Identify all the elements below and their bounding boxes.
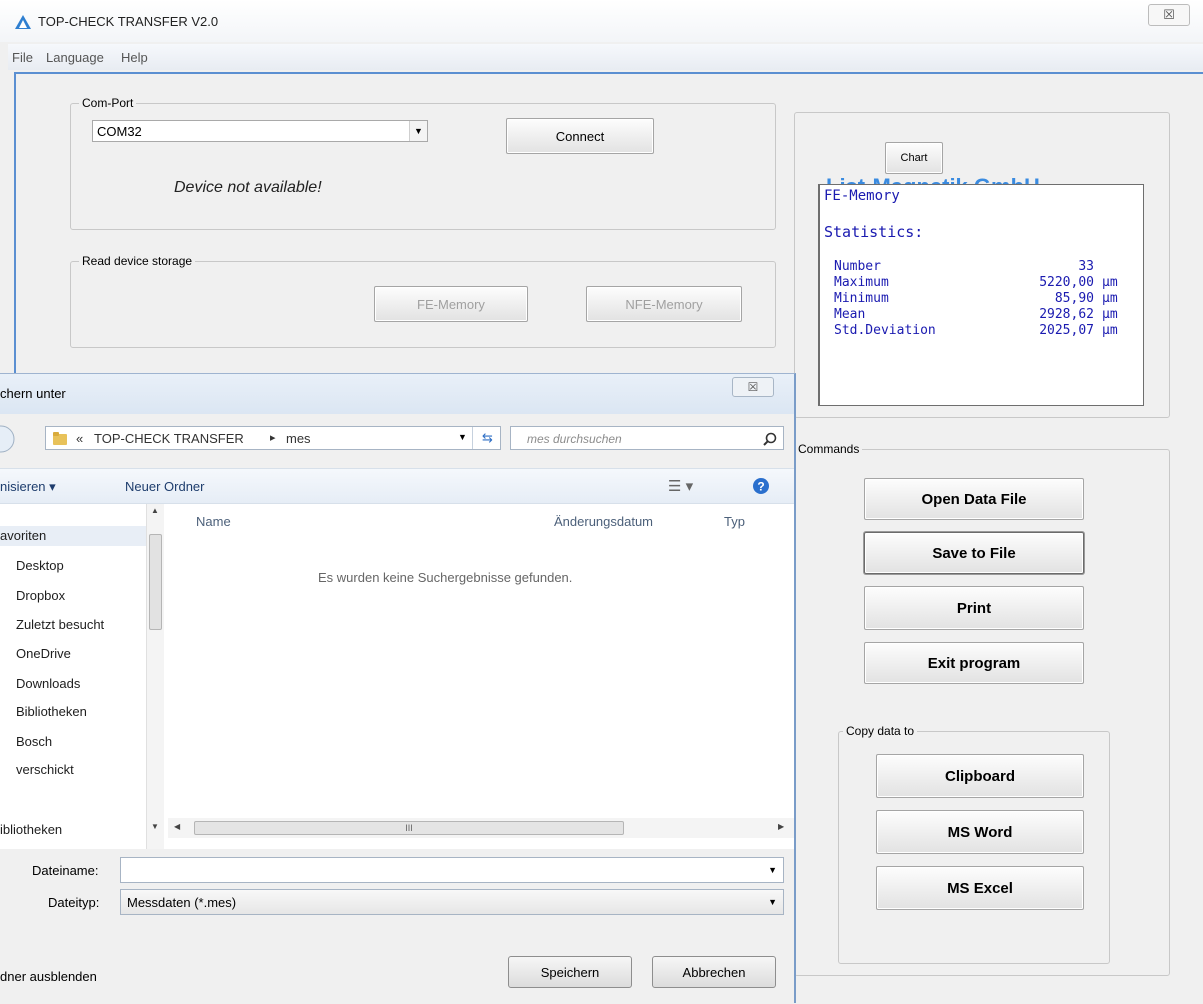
menu-language[interactable]: Language [46,50,104,65]
help-icon[interactable]: ? [752,477,770,495]
folder-icon [53,432,67,445]
nfe-memory-button[interactable]: NFE-Memory [586,286,742,322]
nav-item-libraries-root[interactable]: ibliotheken [0,822,62,837]
nav-scrollbar[interactable]: ▲ ▼ [146,504,164,849]
com-port-value: COM32 [97,124,142,139]
hide-folders-toggle[interactable]: dner ausblenden [0,969,97,984]
chevron-down-icon[interactable]: ▼ [409,121,427,141]
stat-label: Mean [834,307,866,322]
title-bar: TOP-CHECK TRANSFER V2.0 ☒ [0,0,1203,42]
file-list-pane: Name Änderungsdatum Typ Es wurden keine … [168,504,794,849]
connect-button[interactable]: Connect [506,118,654,154]
path-separator: ▸ [270,432,276,444]
nav-item-verschickt[interactable]: verschickt [16,762,74,777]
open-data-file-button[interactable]: Open Data File [864,478,1084,520]
stat-unit: µm [1102,291,1118,306]
address-bar[interactable]: « TOP-CHECK TRANSFER ▸ mes ▼ ⇆ [45,426,501,450]
save-to-file-button[interactable]: Save to File [864,532,1084,574]
column-type-header[interactable]: Typ [724,514,745,529]
nav-item-dropbox[interactable]: Dropbox [16,588,65,603]
chevron-down-icon[interactable]: ▼ [768,865,777,875]
menu-help[interactable]: Help [121,50,148,65]
navigation-pane: avoriten Desktop Dropbox Zuletzt besucht… [0,504,168,849]
clipboard-button[interactable]: Clipboard [876,754,1084,798]
save-button[interactable]: Speichern [508,956,632,988]
back-icon[interactable] [0,424,16,454]
statistics-heading: Statistics: [824,223,924,241]
nav-scroll-thumb[interactable] [149,534,162,630]
ms-excel-button[interactable]: MS Excel [876,866,1084,910]
stat-value: 2025,07 [1039,323,1094,338]
nav-item-libraries[interactable]: Bibliotheken [16,704,87,719]
nav-item-favorites[interactable]: avoriten [0,528,46,543]
path-current[interactable]: mes [286,431,311,446]
organize-button[interactable]: nisieren ▾ [0,479,56,495]
stat-label: Maximum [834,275,889,290]
refresh-icon[interactable]: ⇆ [472,427,502,449]
nav-item-downloads[interactable]: Downloads [16,676,80,691]
path-folder[interactable]: TOP-CHECK TRANSFER [94,431,244,446]
stat-label: Minimum [834,291,889,306]
svg-text:?: ? [757,480,764,494]
print-button[interactable]: Print [864,586,1084,630]
chevron-down-icon[interactable]: ▼ [768,897,777,907]
stat-label: Number [834,259,881,274]
save-dialog: chern unter ☒ « TOP-CHECK TRANSFER ▸ mes… [0,373,796,1004]
file-list-h-scrollbar[interactable]: ◀ III ▶ [168,818,794,838]
empty-results-message: Es wurden keine Suchergebnisse gefunden. [318,570,573,585]
dialog-title: chern unter [0,386,66,401]
path-prefix: « [76,431,84,446]
copy-data-legend: Copy data to [846,724,915,738]
chart-button[interactable]: Chart [885,142,943,174]
fe-memory-button[interactable]: FE-Memory [374,286,528,322]
stat-value: 5220,00 [1039,275,1094,290]
stat-value: 33 [1078,259,1094,274]
stat-label: Std.Deviation [834,323,936,338]
filename-input[interactable]: ▼ [120,857,784,883]
column-name-header[interactable]: Name [196,514,231,529]
nav-item-bosch[interactable]: Bosch [16,734,52,749]
device-status-text: Device not available! [174,179,322,196]
com-port-group: Com-Port [70,96,776,230]
filetype-label: Dateityp: [48,895,100,910]
commands-legend: Commands [798,442,860,456]
dialog-toolbar: nisieren ▾ Neuer Ordner ☰ ▾ ? [0,468,794,504]
menu-file[interactable]: File [12,50,33,65]
filename-label: Dateiname: [32,863,99,878]
h-scroll-thumb[interactable]: III [194,821,624,835]
search-input[interactable]: mes durchsuchen [510,426,784,450]
statistics-panel: FE-Memory Statistics: Number 33 Maximum … [818,184,1144,406]
app-logo-icon [15,15,31,29]
device-storage-legend: Read device storage [82,254,193,268]
stat-value: 2928,62 [1039,307,1094,322]
stat-unit: µm [1102,275,1118,290]
nav-item-desktop[interactable]: Desktop [16,558,64,573]
search-placeholder: mes durchsuchen [527,432,622,446]
view-options-icon[interactable]: ☰ ▾ [668,477,693,495]
com-port-legend: Com-Port [82,96,134,110]
search-icon[interactable] [763,432,777,446]
ms-word-button[interactable]: MS Word [876,810,1084,854]
column-date-header[interactable]: Änderungsdatum [554,514,653,529]
filetype-select[interactable]: Messdaten (*.mes) ▼ [120,889,784,915]
dialog-title-bar: chern unter ☒ [0,374,794,414]
window-close-button[interactable]: ☒ [1148,4,1190,26]
stat-value: 85,90 [1054,291,1094,306]
filetype-value: Messdaten (*.mes) [127,895,237,910]
stat-unit: µm [1102,323,1118,338]
menu-bar: File Language Help [8,44,1203,70]
chevron-down-icon[interactable]: ▼ [458,432,467,442]
new-folder-button[interactable]: Neuer Ordner [125,479,204,494]
dialog-close-button[interactable]: ☒ [732,377,774,397]
dialog-bottom: Dateiname: ▼ Dateityp: Messdaten (*.mes)… [0,849,794,1004]
exit-program-button[interactable]: Exit program [864,642,1084,684]
cancel-button[interactable]: Abbrechen [652,956,776,988]
nav-item-recent[interactable]: Zuletzt besucht [16,617,104,632]
memory-label: FE-Memory [824,188,900,204]
com-port-select[interactable]: COM32 ▼ [92,120,428,142]
window-title: TOP-CHECK TRANSFER V2.0 [38,14,219,29]
stat-unit: µm [1102,307,1118,322]
nav-item-onedrive[interactable]: OneDrive [16,646,71,661]
